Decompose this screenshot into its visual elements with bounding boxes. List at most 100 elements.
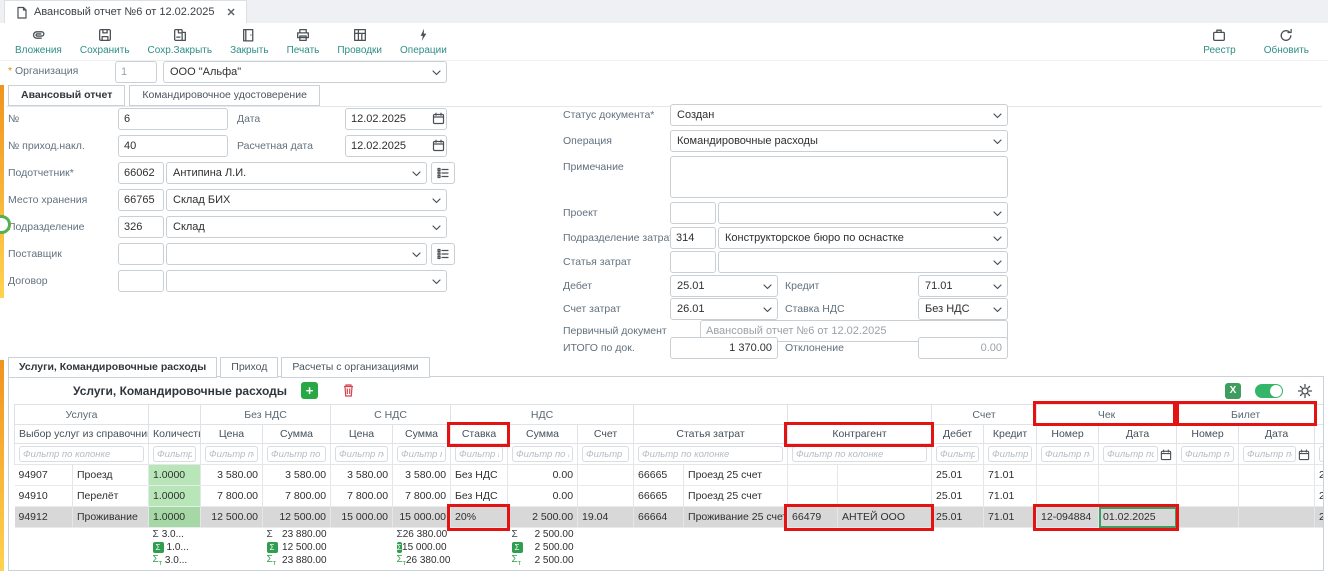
table-cell[interactable] bbox=[1099, 465, 1177, 486]
table-cell[interactable] bbox=[578, 486, 634, 507]
calendar-icon[interactable] bbox=[432, 139, 443, 152]
filter-input[interactable] bbox=[205, 446, 258, 462]
table-cell[interactable] bbox=[1037, 465, 1099, 486]
filter-input[interactable] bbox=[1319, 446, 1323, 462]
table-cell[interactable] bbox=[1177, 507, 1239, 528]
filter-input[interactable] bbox=[335, 446, 388, 462]
table-cell[interactable] bbox=[578, 465, 634, 486]
table-cell[interactable]: 94907 bbox=[15, 465, 73, 486]
table-cell[interactable]: АНТЕЙ ООО bbox=[838, 507, 932, 528]
table-cell[interactable]: 7 800.00 bbox=[393, 486, 451, 507]
table-cell[interactable]: 7 800.00 bbox=[263, 486, 331, 507]
filter-input[interactable] bbox=[455, 446, 503, 462]
supplier-select[interactable] bbox=[166, 243, 427, 265]
table-cell[interactable] bbox=[788, 465, 838, 486]
filter-input[interactable] bbox=[936, 446, 979, 462]
credit-select[interactable]: 71.01 bbox=[918, 275, 1008, 297]
column-header[interactable]: Номер bbox=[1177, 425, 1239, 444]
table-cell[interactable]: 12 500.00 bbox=[201, 507, 263, 528]
column-header[interactable]: Сумма bbox=[508, 425, 578, 444]
table-cell[interactable]: 66665 bbox=[634, 465, 684, 486]
gear-icon[interactable] bbox=[1297, 383, 1313, 399]
table-cell[interactable]: 3 580.00 bbox=[263, 465, 331, 486]
department-select[interactable]: Склад bbox=[166, 216, 447, 238]
table-cell[interactable]: 1.0000 bbox=[149, 465, 201, 486]
filter-input[interactable] bbox=[267, 446, 326, 462]
accountable-select[interactable]: Антипина Л.И. bbox=[166, 162, 427, 184]
save-close-button[interactable]: Сохр.Закрыть bbox=[139, 25, 222, 58]
cost-item-code-field[interactable] bbox=[670, 251, 716, 273]
table-cell[interactable] bbox=[1099, 486, 1177, 507]
table-cell[interactable]: 0.00 bbox=[508, 465, 578, 486]
column-header[interactable]: Количество bbox=[149, 425, 201, 444]
add-row-button[interactable]: + bbox=[301, 382, 318, 399]
storage-select[interactable]: Склад БИХ bbox=[166, 189, 447, 211]
cost-department-code-field[interactable] bbox=[670, 227, 716, 249]
table-cell[interactable]: 94910 bbox=[15, 486, 73, 507]
calendar-icon[interactable] bbox=[1298, 449, 1310, 461]
table-cell[interactable]: 20% bbox=[451, 507, 508, 528]
column-group-header[interactable]: Услуга bbox=[15, 405, 149, 425]
close-document-button[interactable]: Закрыть bbox=[221, 25, 278, 58]
filter-input[interactable] bbox=[1103, 446, 1158, 462]
filter-input[interactable] bbox=[1181, 446, 1234, 462]
table-cell[interactable]: 7 800.00 bbox=[331, 486, 393, 507]
save-button[interactable]: Сохранить bbox=[71, 25, 139, 58]
table-cell[interactable]: 25.01 bbox=[932, 507, 984, 528]
calendar-icon[interactable] bbox=[432, 112, 443, 125]
table-cell[interactable]: 94912 bbox=[15, 507, 73, 528]
table-cell[interactable]: Перелёт bbox=[73, 486, 149, 507]
column-group-header[interactable]: Билет bbox=[1177, 405, 1315, 425]
operations-button[interactable]: Операции bbox=[391, 25, 456, 58]
filter-input[interactable] bbox=[19, 446, 144, 462]
project-code-field[interactable] bbox=[670, 202, 716, 224]
table-cell[interactable]: 66664 bbox=[634, 507, 684, 528]
table-cell[interactable] bbox=[1037, 486, 1099, 507]
column-header[interactable]: Дата bbox=[1099, 425, 1177, 444]
column-header[interactable]: Выбор услуг из справочника bbox=[15, 425, 149, 444]
table-cell[interactable]: 2 500.00 bbox=[508, 507, 578, 528]
storage-code-field[interactable] bbox=[118, 189, 164, 211]
column-group-header[interactable]: Чек bbox=[1037, 405, 1177, 425]
column-header[interactable]: Цена bbox=[201, 425, 263, 444]
debit-select[interactable]: 25.01 bbox=[670, 275, 778, 297]
column-header[interactable]: Номер bbox=[1037, 425, 1099, 444]
registry-button[interactable]: Реестр bbox=[1194, 25, 1245, 58]
table-row[interactable]: 94912Проживание1.000012 500.0012 500.001… bbox=[15, 507, 1324, 528]
close-icon[interactable]: ✕ bbox=[226, 6, 235, 19]
table-cell[interactable] bbox=[1239, 507, 1315, 528]
refresh-button[interactable]: Обновить bbox=[1255, 25, 1318, 58]
filter-input[interactable] bbox=[153, 446, 196, 462]
vat-rate-select[interactable]: Без НДС bbox=[918, 298, 1008, 320]
department-code-field[interactable] bbox=[118, 216, 164, 238]
table-cell[interactable] bbox=[1239, 465, 1315, 486]
table-cell[interactable]: 66665 bbox=[634, 486, 684, 507]
table-cell[interactable]: 25.01 bbox=[932, 465, 984, 486]
accountable-code-field[interactable] bbox=[118, 162, 164, 184]
table-cell[interactable]: 71.01 bbox=[984, 507, 1037, 528]
column-header[interactable]: Ставка bbox=[451, 425, 508, 444]
table-cell[interactable] bbox=[788, 486, 838, 507]
filter-input[interactable] bbox=[638, 446, 783, 462]
column-header[interactable]: Дебет bbox=[932, 425, 984, 444]
table-cell[interactable]: Без НДС bbox=[451, 465, 508, 486]
operation-select[interactable]: Командировочные расходы bbox=[670, 130, 1008, 152]
table-row[interactable]: 94910Перелёт1.00007 800.007 800.007 800.… bbox=[15, 486, 1324, 507]
attachments-button[interactable]: Вложения bbox=[6, 25, 71, 58]
table-cell[interactable]: 12-094884 bbox=[1037, 507, 1099, 528]
cost-account-select[interactable]: 26.01 bbox=[670, 298, 778, 320]
table-cell[interactable]: 12 500.00 bbox=[263, 507, 331, 528]
column-header[interactable]: Статья затрат bbox=[634, 425, 788, 444]
column-header[interactable]: Кредит bbox=[984, 425, 1037, 444]
cost-item-select[interactable] bbox=[718, 251, 1008, 273]
table-cell[interactable]: 1.0000 bbox=[149, 507, 201, 528]
column-group-header[interactable]: Счет bbox=[932, 405, 1037, 425]
tab-services-travel-expenses[interactable]: Услуги, Командировочные расходы bbox=[8, 357, 217, 378]
tab-advance-report[interactable]: Авансовый отчет bbox=[8, 85, 125, 106]
table-cell[interactable]: 2 bbox=[1315, 486, 1323, 507]
tab-travel-certificate[interactable]: Командировочное удостоверение bbox=[129, 85, 320, 106]
table-cell[interactable]: 2 bbox=[1315, 507, 1323, 528]
table-cell[interactable]: 0.00 bbox=[508, 486, 578, 507]
accountable-tree-button[interactable] bbox=[431, 162, 455, 184]
organization-select[interactable]: ООО "Альфа" bbox=[163, 61, 447, 83]
